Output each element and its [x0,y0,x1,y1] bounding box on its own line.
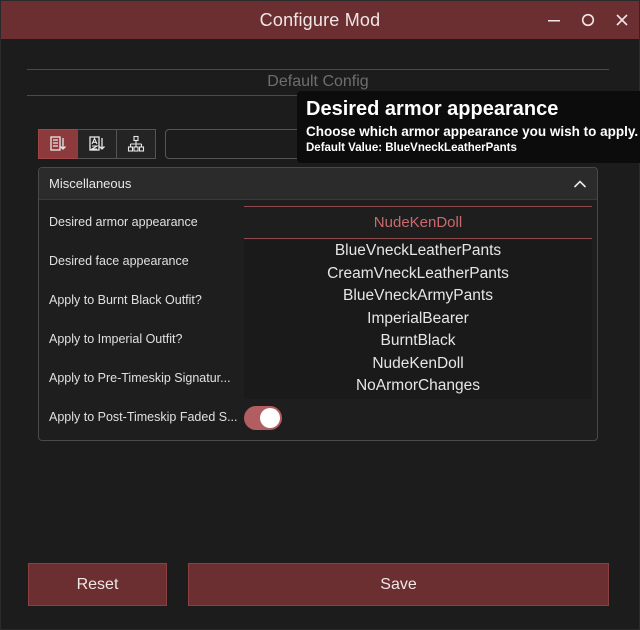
dropdown-options-list: BlueVneckLeatherPants CreamVneckLeatherP… [244,240,592,399]
panel-header[interactable]: Miscellaneous [39,168,597,200]
close-button[interactable] [605,1,639,39]
setting-label-pre-timeskip: Apply to Pre-Timeskip Signatur... [49,371,231,385]
tooltip-title: Desired armor appearance [306,98,559,120]
minimize-button[interactable] [537,1,571,39]
hierarchy-button[interactable] [116,129,156,159]
sort-toolbar [38,129,156,159]
maximize-button[interactable] [571,1,605,39]
setting-label-armor: Desired armor appearance [49,215,198,229]
setting-label-post-timeskip: Apply to Post-Timeskip Faded S... [49,410,238,424]
save-button[interactable]: Save [188,563,609,606]
tooltip-default-value: Default Value: BlueVneckLeatherPants [306,142,517,154]
setting-tooltip: Desired armor appearance Choose which ar… [297,91,640,163]
maximize-icon [581,13,595,27]
reset-button[interactable]: Reset [28,563,167,606]
sort-alpha-button[interactable] [77,129,117,159]
configure-mod-window: Configure Mod Default Config Miscellaneo… [0,0,640,630]
dropdown-option[interactable]: BurntBlack [244,330,592,353]
dropdown-option[interactable]: BlueVneckArmyPants [244,285,592,308]
tooltip-description: Choose which armor appearance you wish t… [306,124,639,139]
miscellaneous-panel: Miscellaneous Desired armor appearance D… [38,167,598,441]
chevron-up-icon[interactable] [573,179,587,189]
setting-label-imperial: Apply to Imperial Outfit? [49,332,183,346]
window-controls [537,1,639,39]
dropdown-option[interactable]: NoArmorChanges [244,375,592,398]
post-timeskip-toggle[interactable] [244,406,282,430]
dropdown-option[interactable]: BlueVneckLeatherPants [244,240,592,263]
armor-appearance-dropdown[interactable]: NudeKenDoll [244,206,592,239]
dropdown-option[interactable]: NudeKenDoll [244,353,592,376]
sort-list-icon [50,136,66,151]
hierarchy-icon [127,135,145,152]
sort-list-button[interactable] [38,129,78,159]
minimize-icon [548,20,560,22]
title-bar[interactable]: Configure Mod [1,1,639,39]
dropdown-option[interactable]: CreamVneckLeatherPants [244,263,592,286]
config-title: Default Config [267,73,369,90]
toggle-knob [260,408,280,428]
close-icon [616,14,628,26]
window-title: Configure Mod [259,9,381,30]
divider-top [27,69,609,70]
sort-alpha-icon [89,136,105,151]
dropdown-option[interactable]: ImperialBearer [244,308,592,331]
setting-label-face: Desired face appearance [49,254,189,268]
panel-title: Miscellaneous [49,176,132,191]
setting-label-burnt-black: Apply to Burnt Black Outfit? [49,293,202,307]
